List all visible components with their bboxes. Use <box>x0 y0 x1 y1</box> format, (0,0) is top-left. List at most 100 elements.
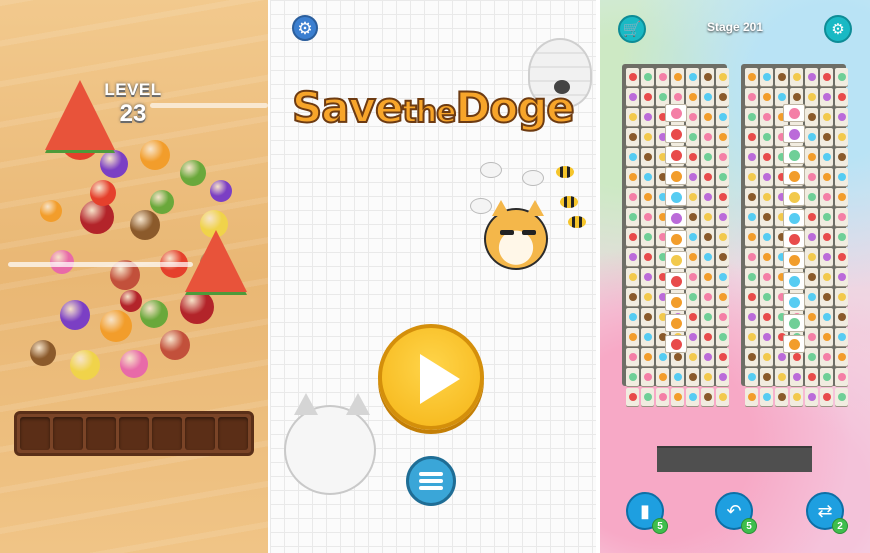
mahjong-tile[interactable] <box>760 388 773 406</box>
mahjong-tile[interactable] <box>656 388 669 406</box>
mahjong-tile[interactable] <box>775 368 788 386</box>
mahjong-tile[interactable] <box>835 228 848 246</box>
highlighted-tile[interactable] <box>783 230 805 248</box>
mahjong-tile[interactable] <box>820 88 833 106</box>
mahjong-tile[interactable] <box>686 108 699 126</box>
mahjong-tile[interactable] <box>820 328 833 346</box>
mahjong-tile[interactable] <box>805 368 818 386</box>
mahjong-tile[interactable] <box>760 288 773 306</box>
mahjong-tile[interactable] <box>820 68 833 86</box>
mahjong-tile[interactable] <box>790 68 803 86</box>
highlighted-tile[interactable] <box>783 209 805 227</box>
mahjong-tile[interactable] <box>805 128 818 146</box>
mahjong-tile[interactable] <box>626 88 639 106</box>
highlighted-tile[interactable] <box>665 230 687 248</box>
mahjong-tile[interactable] <box>835 68 848 86</box>
settings-button[interactable]: ⚙ <box>292 15 318 41</box>
mahjong-tile[interactable] <box>716 208 729 226</box>
mahjong-tile[interactable] <box>835 308 848 326</box>
mahjong-tile[interactable] <box>805 248 818 266</box>
mahjong-tile[interactable] <box>641 328 654 346</box>
fruit-item[interactable] <box>180 290 214 324</box>
mahjong-tile[interactable] <box>701 308 714 326</box>
mahjong-tile[interactable] <box>716 68 729 86</box>
mahjong-tile[interactable] <box>716 368 729 386</box>
highlighted-tile[interactable] <box>665 314 687 332</box>
fruit-item[interactable] <box>70 350 100 380</box>
mahjong-tile[interactable] <box>835 248 848 266</box>
mahjong-tile[interactable] <box>835 388 848 406</box>
mahjong-tile[interactable] <box>775 68 788 86</box>
mahjong-tile[interactable] <box>760 348 773 366</box>
mahjong-tile[interactable] <box>820 208 833 226</box>
mahjong-tile[interactable] <box>716 288 729 306</box>
mahjong-tile[interactable] <box>805 228 818 246</box>
mahjong-tile[interactable] <box>686 128 699 146</box>
mahjong-tile[interactable] <box>745 168 758 186</box>
mahjong-tile[interactable] <box>760 128 773 146</box>
mahjong-tile[interactable] <box>760 148 773 166</box>
settings-button[interactable]: ⚙ <box>824 15 852 43</box>
mahjong-tile[interactable] <box>805 88 818 106</box>
mahjong-tile[interactable] <box>805 168 818 186</box>
mahjong-tile[interactable] <box>641 248 654 266</box>
mahjong-tile[interactable] <box>641 348 654 366</box>
fruit-item[interactable] <box>80 200 114 234</box>
mahjong-tile[interactable] <box>686 248 699 266</box>
mahjong-tile[interactable] <box>686 288 699 306</box>
mahjong-tile[interactable] <box>701 68 714 86</box>
mahjong-tile[interactable] <box>701 288 714 306</box>
mahjong-tile[interactable] <box>641 188 654 206</box>
mahjong-tile[interactable] <box>835 168 848 186</box>
highlighted-tile[interactable] <box>665 272 687 290</box>
highlighted-tile[interactable] <box>783 272 805 290</box>
fruit-item[interactable] <box>60 300 90 330</box>
mahjong-tile[interactable] <box>701 148 714 166</box>
mahjong-tile[interactable] <box>835 288 848 306</box>
mahjong-tile[interactable] <box>701 328 714 346</box>
mahjong-tile[interactable] <box>686 168 699 186</box>
highlighted-tile[interactable] <box>783 335 805 353</box>
highlighted-tile[interactable] <box>783 146 805 164</box>
mahjong-tile[interactable] <box>686 208 699 226</box>
fruit-item[interactable] <box>30 340 56 366</box>
mahjong-tile[interactable] <box>686 68 699 86</box>
mahjong-tile[interactable] <box>805 208 818 226</box>
mahjong-tile[interactable] <box>626 228 639 246</box>
highlighted-tile[interactable] <box>665 335 687 353</box>
mahjong-tile[interactable] <box>835 188 848 206</box>
mahjong-tile[interactable] <box>805 288 818 306</box>
fruit-item[interactable] <box>120 290 142 312</box>
mahjong-tile[interactable] <box>716 88 729 106</box>
mahjong-tile[interactable] <box>775 388 788 406</box>
mahjong-tile[interactable] <box>626 388 639 406</box>
highlighted-tile[interactable] <box>783 167 805 185</box>
mahjong-tile[interactable] <box>805 348 818 366</box>
highlighted-tile[interactable] <box>783 293 805 311</box>
mahjong-tile[interactable] <box>760 368 773 386</box>
watermelon-slice[interactable] <box>185 230 247 292</box>
highlighted-tile[interactable] <box>783 251 805 269</box>
fruit-item[interactable] <box>130 210 160 240</box>
mahjong-tile[interactable] <box>701 268 714 286</box>
mahjong-tile[interactable] <box>641 268 654 286</box>
mahjong-tile[interactable] <box>745 228 758 246</box>
mahjong-tile[interactable] <box>835 368 848 386</box>
fruit-item[interactable] <box>100 150 128 178</box>
mahjong-tile[interactable] <box>641 308 654 326</box>
mahjong-tile[interactable] <box>745 88 758 106</box>
mahjong-tile[interactable] <box>745 188 758 206</box>
highlighted-tile[interactable] <box>783 314 805 332</box>
mahjong-tile[interactable] <box>716 148 729 166</box>
highlighted-tile[interactable] <box>665 146 687 164</box>
mahjong-tile[interactable] <box>760 268 773 286</box>
mahjong-tile[interactable] <box>641 208 654 226</box>
highlighted-tile[interactable] <box>665 251 687 269</box>
mahjong-tile[interactable] <box>820 348 833 366</box>
mahjong-tile[interactable] <box>701 208 714 226</box>
mahjong-tile[interactable] <box>626 188 639 206</box>
mahjong-tile[interactable] <box>626 248 639 266</box>
mahjong-tile[interactable] <box>820 188 833 206</box>
mahjong-tile[interactable] <box>745 68 758 86</box>
mahjong-tile[interactable] <box>701 388 714 406</box>
